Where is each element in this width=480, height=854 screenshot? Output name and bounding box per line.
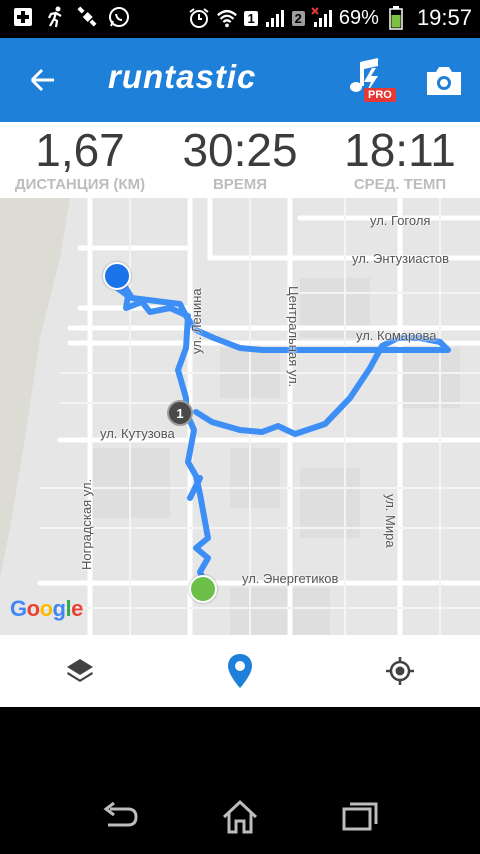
route-map[interactable]: 1 ул. Гоголя ул. Энтузиастов ул. Комаров… [0, 198, 480, 635]
street-label-entuziastov: ул. Энтузиастов [352, 251, 450, 266]
street-label-lenina: ул. Ленина [189, 288, 204, 354]
app-bar: runtastic PRO [0, 38, 480, 122]
whatsapp-notification-icon [108, 6, 130, 28]
alarm-icon [188, 7, 210, 29]
status-bar: 1 2 69% 19:57 [0, 0, 480, 38]
runtastic-logo: runtastic [108, 58, 257, 95]
pace-value: 18:11 [344, 124, 456, 176]
street-label-centralnaya: Центральная ул. [286, 286, 301, 388]
battery-percent: 69% [338, 6, 379, 29]
no-signal-icon [311, 7, 333, 29]
my-location-icon[interactable] [380, 651, 420, 691]
finish-point-marker[interactable] [189, 575, 217, 603]
activity-stats: 1,67 ДИСТАНЦИЯ (КМ) 30:25 ВРЕМЯ 18:11 СР… [0, 122, 480, 198]
back-nav-icon[interactable] [100, 799, 140, 835]
system-nav-bar [0, 707, 480, 854]
street-label-energetikov: ул. Энергетиков [242, 571, 339, 586]
time-label: ВРЕМЯ [212, 176, 268, 193]
clock: 19:57 [416, 5, 472, 30]
time-stat: 30:25 ВРЕМЯ [160, 122, 320, 194]
google-logo: Google [10, 596, 83, 621]
pace-stat: 18:11 СРЕД. ТЕМП [320, 122, 480, 194]
time-value: 30:25 [182, 124, 298, 176]
battery-icon [385, 6, 407, 30]
home-nav-icon[interactable] [220, 799, 260, 835]
wifi-icon [216, 7, 238, 29]
camera-icon[interactable] [424, 64, 464, 98]
street-label-nogradskaya: Ноградская ул. [79, 478, 94, 570]
street-label-komarova: ул. Комарова [356, 328, 437, 343]
street-label-gogolya: ул. Гоголя [370, 213, 431, 228]
street-label-mira: ул. Мира [383, 494, 398, 548]
map-toolbar [0, 635, 480, 707]
signal-strength-icon [264, 7, 286, 29]
layers-icon[interactable] [60, 651, 100, 691]
km-marker[interactable]: 1 [167, 400, 193, 426]
satellite-notification-icon [76, 6, 98, 28]
pro-badge: PRO [364, 88, 396, 102]
sim1-indicator: 1 [244, 10, 258, 26]
street-label-kutuzova: ул. Кутузова [100, 426, 175, 441]
location-pin-icon[interactable] [220, 651, 260, 691]
start-point-marker[interactable] [103, 262, 131, 290]
recent-apps-icon[interactable] [340, 799, 380, 835]
distance-value: 1,67 [35, 124, 125, 176]
distance-label: ДИСТАНЦИЯ (КМ) [14, 176, 146, 193]
runner-notification-icon [44, 6, 66, 28]
pace-label: СРЕД. ТЕМП [353, 176, 447, 193]
distance-stat: 1,67 ДИСТАНЦИЯ (КМ) [0, 122, 160, 194]
back-arrow-icon[interactable] [24, 62, 60, 98]
plus-notification-icon [12, 6, 34, 28]
sim2-indicator: 2 [291, 10, 305, 26]
